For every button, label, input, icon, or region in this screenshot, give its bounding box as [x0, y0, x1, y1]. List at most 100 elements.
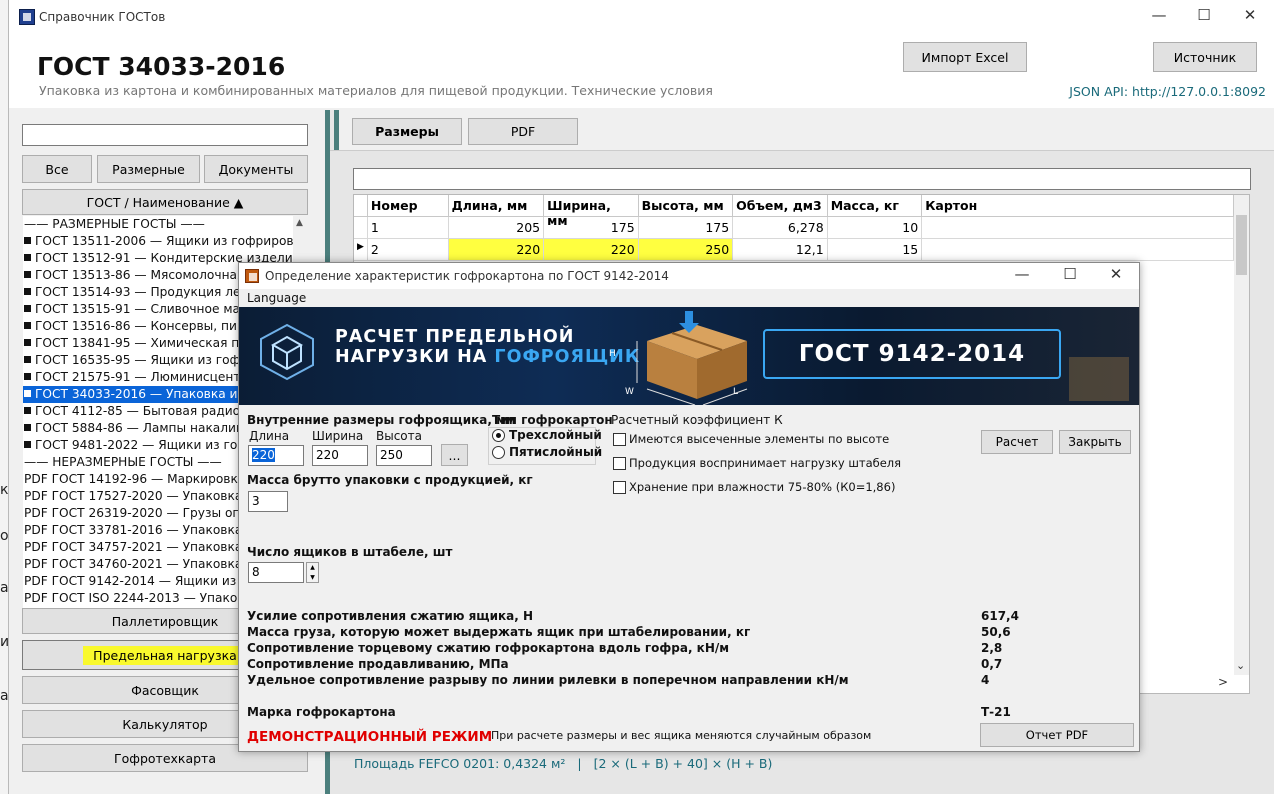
table-cell[interactable]: 175 [638, 217, 734, 239]
row-indicator[interactable]: ▶ [354, 239, 368, 261]
banner-boxes-decor [1069, 357, 1129, 401]
scroll-down-icon[interactable]: ⌄ [1236, 659, 1245, 672]
column-header[interactable]: Объем, дм3 [733, 195, 828, 217]
tab-pdf[interactable]: PDF [468, 118, 578, 145]
column-header[interactable]: Картон [922, 195, 1235, 217]
banner-line2: НАГРУЗКИ НА ГОФРОЯЩИК [335, 347, 640, 367]
results-block: Усилие сопротивления сжатию ящика, Н 617,… [247, 609, 1137, 689]
result-value: 2,8 [981, 641, 1003, 655]
scroll-right-icon[interactable]: > [1218, 675, 1228, 689]
area-text: Площадь FEFCO 0201: 0,4324 м² [354, 756, 566, 771]
filter-all-button[interactable]: Все [22, 155, 92, 183]
list-item-label: ГОСТ 5884-86 — Лампы накалива [35, 421, 251, 435]
background-window-edge [0, 0, 8, 794]
result-value: 50,6 [981, 625, 1011, 639]
table-cell[interactable]: 250 [638, 239, 734, 261]
chk-humidity-label[interactable]: Хранение при влажности 75-80% (К0=1,86) [629, 480, 895, 494]
calc-button[interactable]: Расчет [981, 430, 1053, 454]
type-3-label[interactable]: Трехслойный [509, 428, 602, 442]
column-header[interactable]: Длина, мм [448, 195, 545, 217]
banner-line2-text: НАГРУЗКИ НА [335, 347, 495, 367]
chk-cutouts[interactable] [613, 433, 626, 446]
type-3-radio[interactable] [492, 429, 505, 442]
type-label: Тип гофрокартон [492, 413, 613, 427]
list-item-label: PDF ГОСТ 34757-2021 — Упаковка. I [24, 540, 254, 554]
chk-cutouts-label[interactable]: Имеются высеченные элементы по высоте [629, 432, 889, 446]
coef-label: Расчетный коэффициент К [611, 413, 783, 427]
api-link[interactable]: JSON API: http://127.0.0.1:8092 [1069, 84, 1266, 99]
chk-humidity[interactable] [613, 481, 626, 494]
dim-h: H [609, 349, 616, 359]
table-cell[interactable]: 1 [367, 217, 449, 239]
table-filter-input[interactable] [353, 168, 1251, 190]
spin-down-icon[interactable]: ▼ [307, 573, 318, 583]
brand-value: Т-21 [981, 705, 1011, 719]
filter-docs-button[interactable]: Документы [204, 155, 308, 183]
close-button[interactable]: Закрыть [1059, 430, 1131, 454]
tab-sizes[interactable]: Размеры [352, 118, 462, 145]
scroll-thumb[interactable] [1236, 215, 1247, 275]
page-subtitle: Упаковка из картона и комбинированных ма… [39, 83, 713, 98]
list-item[interactable]: ГОСТ 13511-2006 — Ящики из гофрирован [23, 233, 308, 250]
report-pdf-button[interactable]: Отчет PDF [980, 723, 1134, 747]
width-input[interactable]: 220 [312, 445, 368, 466]
result-label: Масса груза, которую может выдержать ящи… [247, 625, 751, 639]
table-cell[interactable]: 205 [448, 217, 545, 239]
minimize-icon[interactable]: — [1144, 6, 1174, 24]
table-cell[interactable]: 6,278 [733, 217, 828, 239]
list-item-label: ГОСТ 13511-2006 — Ящики из гофрирован [35, 234, 308, 248]
table-cell[interactable]: 15 [827, 239, 923, 261]
type-5-label[interactable]: Пятислойный [509, 445, 602, 459]
table-cell[interactable]: 220 [544, 239, 639, 261]
dialog-maximize-icon[interactable]: ☐ [1055, 265, 1085, 283]
row-indicator[interactable] [354, 217, 368, 239]
bullet-icon [24, 271, 31, 278]
maximize-icon[interactable]: ☐ [1189, 6, 1219, 24]
menu-language[interactable]: Language [247, 291, 306, 305]
list-item[interactable]: —— РАЗМЕРНЫЕ ГОСТЫ —— [23, 216, 308, 233]
spin-up-icon[interactable]: ▲ [307, 563, 318, 573]
column-header[interactable]: Номер [367, 195, 449, 217]
scroll-up-icon[interactable]: ▲ [296, 218, 303, 228]
table-cell[interactable]: 10 [827, 217, 923, 239]
list-item-label: PDF ГОСТ 14192-96 — Маркировка [24, 472, 246, 486]
result-value: 0,7 [981, 657, 1003, 671]
bullet-icon [24, 424, 31, 431]
table-cell[interactable] [922, 217, 1235, 239]
table-cell[interactable]: 175 [544, 217, 639, 239]
table-cell[interactable]: 12,1 [733, 239, 828, 261]
banner: РАСЧЕТ ПРЕДЕЛЬНОЙ НАГРУЗКИ НА ГОФРОЯЩИК … [239, 307, 1139, 405]
close-icon[interactable]: ✕ [1235, 6, 1265, 24]
column-header[interactable]: Высота, мм [638, 195, 734, 217]
table-cell[interactable]: 220 [448, 239, 545, 261]
dialog-close-icon[interactable]: ✕ [1101, 265, 1131, 283]
source-button[interactable]: Источник [1153, 42, 1257, 72]
table-cell[interactable] [922, 239, 1235, 261]
count-input[interactable]: 8 [248, 562, 304, 583]
dialog-title-bar: Определение характеристик гофрокартона п… [239, 263, 1139, 289]
bullet-icon [24, 390, 31, 397]
type-5-radio[interactable] [492, 446, 505, 459]
column-header[interactable]: Масса, кг [827, 195, 923, 217]
title-bar: Справочник ГОСТов — ☐ ✕ [9, 0, 1274, 34]
column-header[interactable]: Ширина, мм [544, 195, 639, 228]
table-row[interactable]: 1 205 175 175 6,278 10 [354, 217, 1235, 239]
dim-l: L [733, 387, 739, 397]
length-label: Длина [249, 429, 290, 443]
count-spinner[interactable]: ▲ ▼ [306, 562, 319, 583]
table-row[interactable]: ▶ 2 220 220 250 12,1 15 [354, 239, 1235, 261]
height-input[interactable]: 250 [376, 445, 432, 466]
table-scrollbar[interactable]: ⌄ [1234, 195, 1249, 675]
browse-dims-button[interactable]: ... [441, 444, 468, 466]
sort-header[interactable]: ГОСТ / Наименование ▲ [22, 189, 308, 215]
table-cell[interactable]: 2 [367, 239, 449, 261]
filter-sized-button[interactable]: Размерные [97, 155, 200, 183]
import-excel-button[interactable]: Импорт Excel [903, 42, 1027, 72]
chk-stack-load-label[interactable]: Продукция воспринимает нагрузку штабеля [629, 456, 901, 470]
dialog-minimize-icon[interactable]: — [1007, 265, 1037, 283]
chk-stack-load[interactable] [613, 457, 626, 470]
search-input[interactable] [22, 124, 308, 146]
list-item-label: —— НЕРАЗМЕРНЫЕ ГОСТЫ —— [24, 455, 222, 469]
mass-input[interactable]: 3 [248, 491, 288, 512]
length-input[interactable]: 220 [248, 445, 304, 466]
